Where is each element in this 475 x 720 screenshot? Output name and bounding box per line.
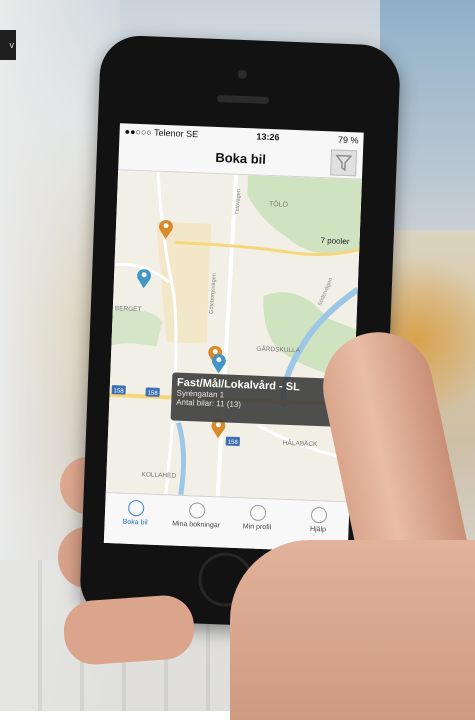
hand-palm [230,540,475,720]
tab-min-profil[interactable]: Min profil [226,498,289,550]
phone-screen: ●●○○○ Telenor SE 13:26 79 % Boka bil TÖL… [103,123,364,553]
tab-mina-bokningar[interactable]: Mina bokningar [165,495,228,547]
pool-tooltip[interactable]: Fast/Mål/Lokalvård - SL Syréngatan 1 Ant… [170,372,349,428]
tab-label: Min profil [242,523,272,532]
page-title: Boka bil [215,149,267,167]
pool-count-label: 7 pooler [320,236,350,246]
place-label: KOLLAHED [141,471,176,479]
globe-icon [127,499,144,517]
place-label: TÖLÖ [269,200,289,209]
map-view[interactable]: TÖLÖ 7 pooler BERGET GÅRDSKULLA HÅLABÄCK… [105,170,362,502]
route-shield-label: 158 [228,440,239,446]
profile-icon [249,504,266,522]
battery-level: 79 % [337,134,359,146]
map-canvas: TÖLÖ 7 pooler BERGET GÅRDSKULLA HÅLABÄCK… [105,170,362,502]
tab-label: Hjälp [309,525,327,534]
help-icon [310,506,327,524]
tab-label: Boka bil [122,518,148,527]
tab-label: Mina bokningar [172,520,221,530]
speaker-grille [216,94,270,104]
front-camera [237,69,248,80]
carrier-label: ●●○○○ Telenor SE [124,126,199,140]
filter-icon [335,154,353,172]
place-label: BERGET [115,305,142,313]
car-icon [188,502,205,519]
filter-button[interactable] [330,149,358,177]
hand-finger [61,593,197,667]
route-shield-label: 158 [147,390,158,396]
corner-tag: v [0,30,16,60]
clock: 13:26 [256,131,280,143]
tab-boka-bil[interactable]: Boka bil [104,493,167,545]
route-shield-label: 158 [114,388,125,394]
